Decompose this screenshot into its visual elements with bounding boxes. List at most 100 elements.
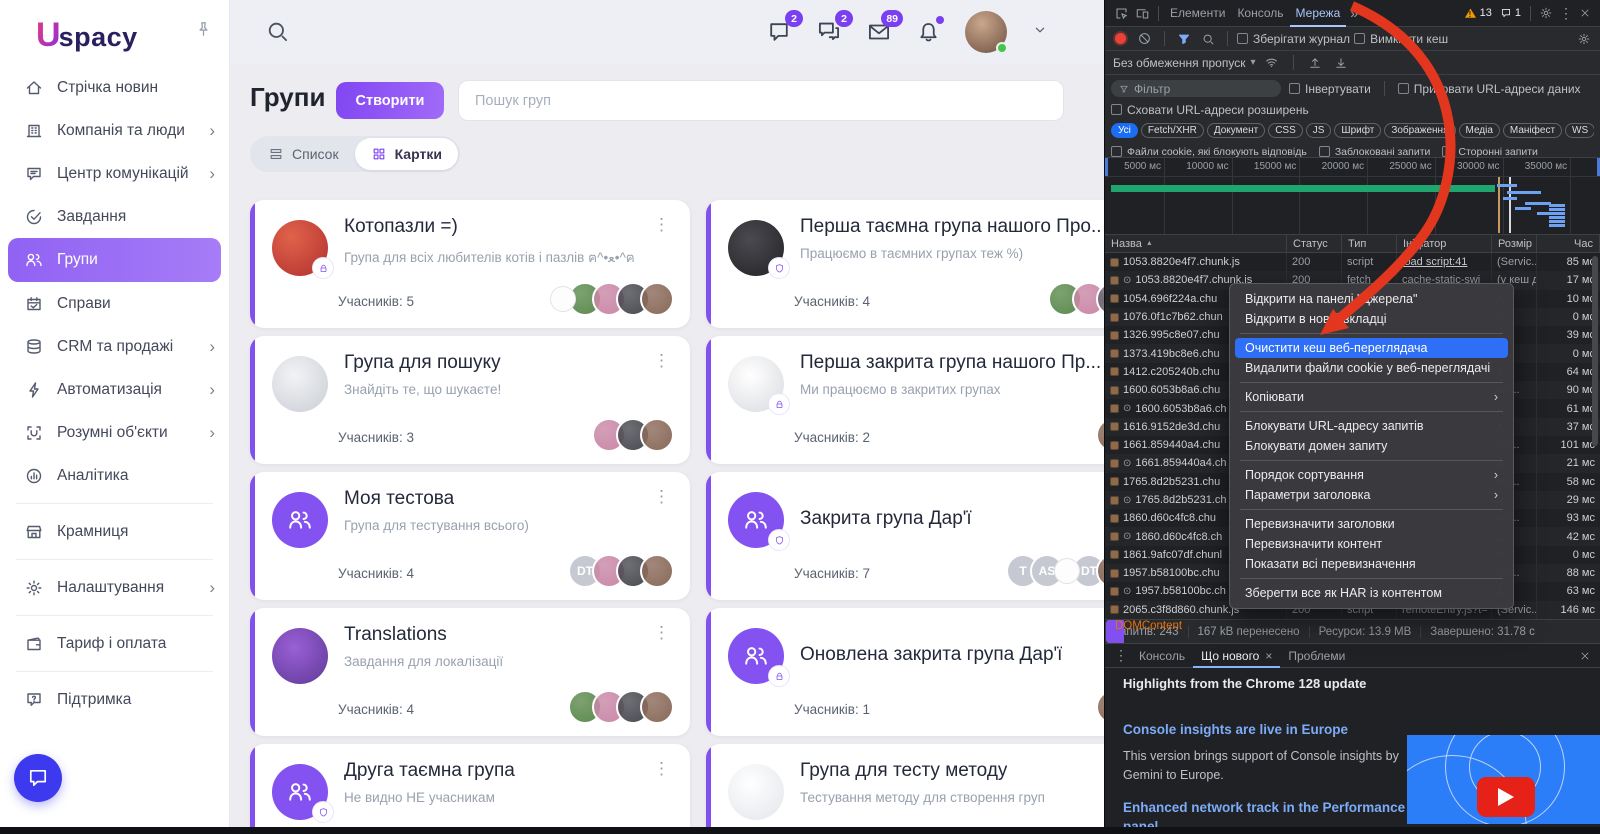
filter-pill-Шрифт[interactable]: Шрифт — [1334, 123, 1382, 138]
drawer-tab-Що нового[interactable]: Що нового × — [1193, 643, 1280, 668]
preserve-log-checkbox[interactable]: Зберігати журнал — [1237, 32, 1350, 46]
timeline-left-handle[interactable] — [1105, 158, 1108, 176]
sidebar-item-8[interactable]: Розумні об'єкти › — [0, 411, 229, 454]
context-menu-item-4[interactable]: Видалити файли cookie у веб-переглядачі — [1235, 358, 1508, 378]
sidebar-item-4[interactable]: Групи — [8, 238, 221, 282]
user-menu-chevron-icon[interactable] — [1031, 21, 1049, 44]
column-header-2[interactable]: Тип — [1342, 235, 1397, 252]
column-header-5[interactable]: Час — [1537, 235, 1600, 252]
filter-pill-Документ[interactable]: Документ — [1206, 123, 1266, 138]
devtools-close-icon[interactable] — [1576, 7, 1594, 19]
network-filter-input[interactable]: Фільтр — [1111, 80, 1281, 97]
sidebar-item-5[interactable]: Справи — [0, 282, 229, 325]
sidebar-item-11[interactable]: Налаштування › — [0, 566, 229, 609]
team-chats-button[interactable]: 2 — [816, 10, 853, 45]
sidebar-item-12[interactable]: Тариф і оплата — [0, 622, 229, 665]
sidebar-item-3[interactable]: Завдання — [0, 195, 229, 238]
uspacy-logo[interactable]: Uspacy — [36, 16, 138, 55]
drawer-close-icon[interactable] — [1576, 650, 1594, 662]
invert-filter-checkbox[interactable]: Інвертувати — [1289, 82, 1371, 96]
more-tabs-icon[interactable]: » — [1346, 5, 1362, 21]
filter-pill-CSS[interactable]: CSS — [1268, 123, 1303, 138]
context-menu-item-0[interactable]: Відкрити на панелі "Джерела" — [1235, 289, 1508, 309]
sidebar-item-9[interactable]: Аналітика — [0, 454, 229, 497]
request-filter-checkbox-1[interactable]: Заблоковані запити — [1318, 146, 1430, 158]
drawer-tab-Консоль[interactable]: Консоль — [1131, 643, 1193, 668]
context-menu-item-18[interactable]: Зберегти все як HAR із контентом — [1235, 583, 1508, 603]
hide-extension-urls-checkbox[interactable]: Сховати URL-адреси розширень — [1111, 103, 1309, 117]
sidebar-item-1[interactable]: Компанія та люди › — [0, 109, 229, 152]
context-menu-item-14[interactable]: Перевизначити заголовки — [1235, 514, 1508, 534]
context-menu-item-15[interactable]: Перевизначити контент — [1235, 534, 1508, 554]
warnings-indicator[interactable]: ! 13 — [1464, 7, 1492, 20]
filter-pill-Зображення[interactable]: Зображення — [1384, 123, 1456, 138]
chats-button[interactable]: 2 — [766, 10, 803, 45]
youtube-play-icon[interactable] — [1477, 777, 1535, 817]
devtools-settings-icon[interactable] — [1536, 6, 1556, 20]
group-card[interactable]: Перша таємна група нашого Про... Працюємо… — [706, 200, 1146, 328]
network-row[interactable]: 1053.8820e4f7.chunk.js 200 script load scri… — [1105, 253, 1600, 272]
create-group-button[interactable]: Створити — [336, 82, 444, 119]
group-card[interactable]: Моя тестова Група для тестування всього) ⋮… — [250, 472, 690, 600]
request-filter-checkbox-2[interactable]: Сторонні запити — [1442, 146, 1538, 158]
group-card[interactable]: Група для пошуку Знайдіть те, що шукаєте!… — [250, 336, 690, 464]
record-button[interactable] — [1115, 33, 1126, 44]
column-header-0[interactable]: Назва ▲ — [1105, 235, 1287, 252]
card-menu-icon[interactable]: ⋮ — [649, 620, 674, 645]
group-card[interactable]: Перша закрита група нашого Пр... Ми працю… — [706, 336, 1146, 464]
network-settings-icon[interactable] — [1574, 32, 1594, 46]
search-network-icon[interactable] — [1198, 32, 1218, 46]
context-menu-item-12[interactable]: Параметри заголовка › — [1235, 485, 1508, 505]
sidebar-item-7[interactable]: Автоматизація › — [0, 368, 229, 411]
group-search-input[interactable] — [458, 80, 1064, 121]
context-menu-item-3[interactable]: Очистити кеш веб-переглядача — [1235, 338, 1508, 358]
pin-sidebar-icon[interactable] — [194, 20, 213, 44]
close-tab-icon[interactable]: × — [1265, 649, 1272, 663]
group-card[interactable]: Оновлена закрита група Дар'ї ⋮ Учасників: … — [706, 608, 1146, 736]
device-toolbar-icon[interactable] — [1132, 6, 1153, 21]
filter-pill-JS[interactable]: JS — [1305, 123, 1332, 138]
context-menu-item-16[interactable]: Показати всі перевизначення — [1235, 554, 1508, 574]
view-cards-button[interactable]: Картки — [354, 138, 458, 170]
network-conditions-icon[interactable] — [1261, 55, 1282, 70]
throttling-dropdown[interactable]: Без обмеження пропуск ▾ — [1113, 56, 1255, 70]
column-header-3[interactable]: Ініціатор — [1397, 235, 1492, 252]
drawer-tab-Проблеми[interactable]: Проблеми — [1280, 643, 1353, 668]
context-menu-item-6[interactable]: Копіювати › — [1235, 387, 1508, 407]
devtools-menu-icon[interactable]: ⋮ — [1556, 5, 1576, 22]
group-card[interactable]: Закрита група Дар'ї⋮Учасників: 7TASDT — [706, 472, 1146, 600]
filter-pill-WS[interactable]: WS — [1565, 123, 1594, 138]
support-chat-button[interactable] — [14, 754, 62, 802]
inspect-icon[interactable] — [1111, 6, 1132, 21]
context-menu-item-8[interactable]: Блокувати URL-адресу запитів — [1235, 416, 1508, 436]
column-header-1[interactable]: Статус — [1287, 235, 1342, 252]
context-menu-item-1[interactable]: Відкрити в новій вкладці — [1235, 309, 1508, 329]
filter-icon[interactable] — [1174, 32, 1194, 46]
disable-cache-checkbox[interactable]: Вимкнути кеш — [1354, 32, 1448, 46]
issues-indicator[interactable]: 1 — [1500, 7, 1521, 19]
card-menu-icon[interactable]: ⋮ — [649, 756, 674, 781]
card-menu-icon[interactable]: ⋮ — [649, 484, 674, 509]
group-card[interactable]: Друга таємна група Не видно НЕ учасникам ⋮ — [250, 744, 690, 834]
filter-pill-Медіа[interactable]: Медіа — [1458, 123, 1500, 138]
filter-pill-Усі[interactable]: Усі — [1111, 123, 1138, 138]
network-list-scrollbar[interactable] — [1592, 256, 1598, 446]
global-search-icon[interactable] — [264, 18, 290, 49]
sidebar-item-6[interactable]: CRM та продажі › — [0, 325, 229, 368]
sidebar-item-0[interactable]: Стрічка новин — [0, 66, 229, 109]
group-card[interactable]: Translations Завдання для локалізації ⋮ Уча… — [250, 608, 690, 736]
request-filter-checkbox-0[interactable]: Файли cookie, які блокують відповідь — [1111, 146, 1307, 158]
import-har-icon[interactable] — [1305, 56, 1325, 70]
filter-pill-Маніфест[interactable]: Маніфест — [1502, 123, 1563, 138]
drawer-menu-icon[interactable]: ⋮ — [1111, 647, 1131, 664]
devtools-tab-Консоль[interactable]: Консоль — [1231, 0, 1289, 27]
group-card[interactable]: Котопазли =) Група для всіх любителів кот… — [250, 200, 690, 328]
view-list-button[interactable]: Список — [252, 138, 355, 170]
hide-data-urls-checkbox[interactable]: Приховати URL-адреси даних — [1397, 82, 1581, 96]
inbox-button[interactable]: 89 — [866, 10, 903, 45]
card-menu-icon[interactable]: ⋮ — [649, 212, 674, 237]
export-har-icon[interactable] — [1331, 56, 1351, 70]
group-card[interactable]: Група для тесту методу Тестування методу … — [706, 744, 1146, 834]
column-header-4[interactable]: Розмір — [1492, 235, 1537, 252]
clear-network-log-icon[interactable] — [1134, 31, 1155, 46]
